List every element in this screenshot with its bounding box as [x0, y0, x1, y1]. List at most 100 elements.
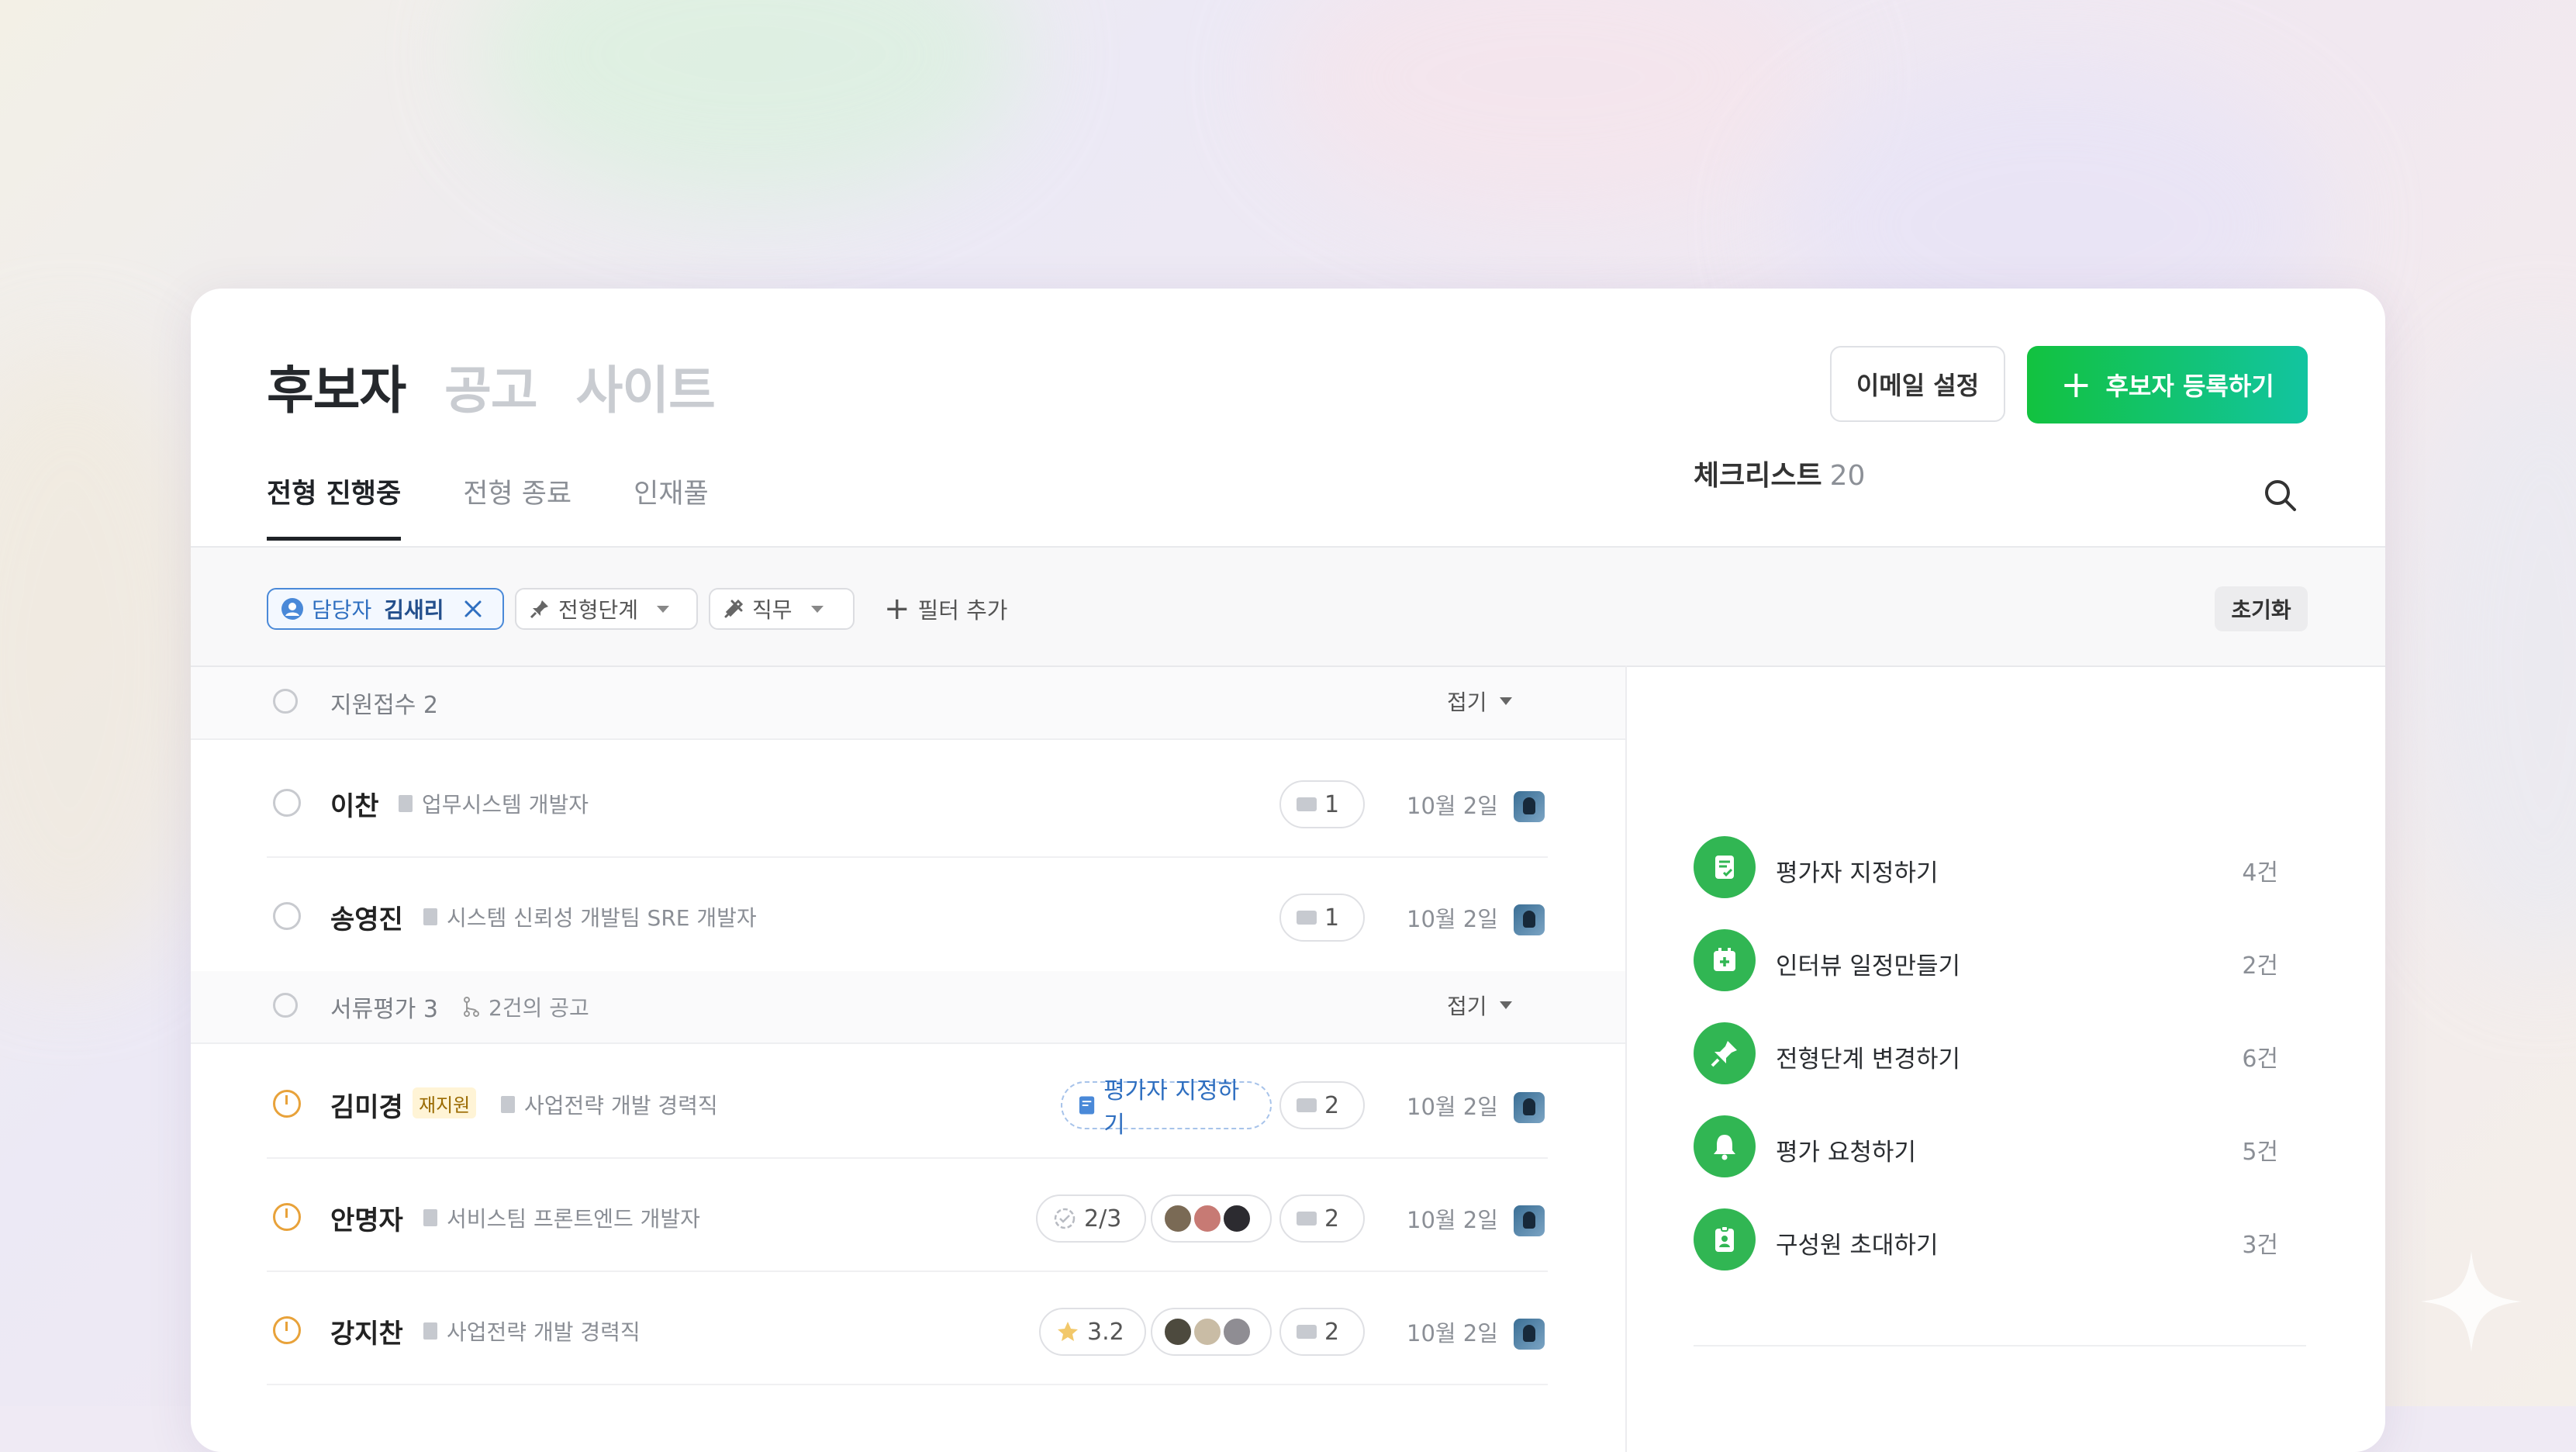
- job-title: 서비스팀 프론트엔드 개발자: [447, 1206, 700, 1232]
- checklist-item-request-evaluation[interactable]: 평가 요청하기 5건: [1694, 1115, 2278, 1179]
- checklist-count: 20: [1829, 460, 1866, 492]
- assignee-filter-chip[interactable]: 담당자 김새리: [267, 588, 504, 630]
- candidate-row[interactable]: 강지찬 사업전략 개발 경력직 3.2 2 10월 2일: [191, 1272, 1625, 1385]
- candidate-name[interactable]: 송영진: [330, 898, 403, 936]
- checklist-item-count: 3건: [2242, 1232, 2278, 1259]
- evaluation-progress-pill[interactable]: 2/3: [1036, 1194, 1146, 1243]
- tab-candidates[interactable]: 후보자: [267, 349, 406, 424]
- rating-pill[interactable]: 3.2: [1039, 1308, 1146, 1356]
- checklist-label: 인터뷰 일정만들기: [1776, 952, 1961, 980]
- add-filter-label: 필터 추가: [917, 597, 1008, 624]
- progress-check-icon: [1054, 1208, 1076, 1229]
- tab-postings[interactable]: 공고: [444, 349, 537, 424]
- checklist-item-change-stage[interactable]: 전형단계 변경하기 6건: [1694, 1022, 2278, 1086]
- fold-button[interactable]: 접기: [1447, 990, 1512, 1021]
- evaluator-avatars[interactable]: [1151, 1194, 1272, 1243]
- chevron-down-icon: [810, 605, 824, 613]
- candidate-name[interactable]: 안명자: [330, 1199, 403, 1237]
- candidate-row[interactable]: 송영진 시스템 신뢰성 개발팀 SRE 개발자 1 10월 2일: [191, 858, 1625, 971]
- caret-down-icon: [1499, 697, 1512, 705]
- reapply-badge: 재지원: [413, 1087, 477, 1118]
- register-candidate-button[interactable]: + 후보자 등록하기: [2027, 346, 2308, 424]
- pin-icon: [1694, 1022, 1756, 1084]
- checklist-label: 평가자 지정하기: [1776, 859, 1939, 887]
- checklist-item-invite-member[interactable]: 구성원 초대하기 3건: [1694, 1208, 2278, 1272]
- status-circle[interactable]: [273, 902, 301, 930]
- tools-icon: [724, 599, 744, 618]
- status-circle[interactable]: [273, 789, 301, 817]
- bell-icon: [1694, 1115, 1756, 1177]
- pending-status-icon[interactable]: [273, 1090, 301, 1118]
- user-circle-icon: [281, 598, 303, 620]
- top-tabs: 후보자 공고 사이트: [267, 349, 716, 424]
- plus-icon: +: [884, 591, 910, 627]
- mail-count-pill[interactable]: 2: [1279, 1308, 1365, 1356]
- checklist-item-count: 2건: [2242, 952, 2278, 980]
- candidate-row[interactable]: 안명자 서비스팀 프론트엔드 개발자 2/3 2 10월 2일: [191, 1159, 1625, 1272]
- tab-in-progress[interactable]: 전형 진행중: [267, 472, 402, 541]
- close-icon[interactable]: [463, 599, 483, 619]
- branch-icon: [464, 997, 479, 1017]
- tab-site[interactable]: 사이트: [576, 349, 716, 424]
- job-title: 업무시스템 개발자: [422, 792, 589, 818]
- avatar: [1163, 1204, 1193, 1233]
- pin-icon: [530, 600, 548, 619]
- candidate-job: 업무시스템 개발자: [399, 788, 589, 819]
- fold-button[interactable]: 접기: [1447, 686, 1512, 717]
- mail-count-pill[interactable]: 1: [1279, 780, 1365, 828]
- stage-filter-chip[interactable]: 전형단계: [515, 588, 698, 630]
- filter-bar: 담당자 김새리 전형단계 직무 + 필터 추가 초기화: [191, 548, 2385, 666]
- pending-status-icon[interactable]: [273, 1203, 301, 1231]
- applied-date: 10월 2일: [1407, 1094, 1498, 1120]
- mail-count: 1: [1324, 790, 1340, 818]
- mail-icon: [1297, 911, 1317, 925]
- assign-evaluator-label: 평가자 지정하기: [1103, 1077, 1240, 1139]
- candidate-name[interactable]: 이찬: [330, 785, 379, 823]
- reset-button[interactable]: 초기화: [2215, 586, 2308, 631]
- evaluator-avatars[interactable]: [1151, 1308, 1272, 1356]
- tab-finished[interactable]: 전형 종료: [463, 472, 571, 541]
- checklist-item-interview-schedule[interactable]: 인터뷰 일정만들기 2건: [1694, 929, 2278, 993]
- progress-value: 2/3: [1084, 1205, 1122, 1232]
- email-settings-button[interactable]: 이메일 설정: [1830, 346, 2005, 422]
- candidate-job: 시스템 신뢰성 개발팀 SRE 개발자: [423, 901, 757, 932]
- search-icon[interactable]: [2261, 476, 2300, 515]
- candidate-job: 서비스팀 프론트엔드 개발자: [423, 1202, 700, 1233]
- job-title: 사업전략 개발 경력직: [524, 1093, 718, 1118]
- mail-count-pill[interactable]: 2: [1279, 1081, 1365, 1129]
- applied-date: 10월 2일: [1407, 1207, 1498, 1233]
- checklist-item-assign-evaluator[interactable]: 평가자 지정하기 4건: [1694, 836, 2278, 900]
- tab-talent-pool[interactable]: 인재풀: [634, 472, 709, 541]
- candidate-name[interactable]: 강지찬: [330, 1312, 403, 1350]
- assignee-filter-label: 담당자: [312, 597, 372, 623]
- avatar: [1222, 1317, 1252, 1347]
- mail-count-pill[interactable]: 1: [1279, 894, 1365, 942]
- add-filter-button[interactable]: + 필터 추가: [884, 588, 1007, 630]
- group-select-circle[interactable]: [273, 993, 298, 1018]
- assignee-avatar: [1514, 1205, 1545, 1236]
- avatar: [1222, 1204, 1252, 1233]
- group-label: 서류평가 3: [330, 996, 439, 1023]
- candidate-row[interactable]: 김미경 재지원 사업전략 개발 경력직 평가자 지정하기 2 10월 2일: [191, 1046, 1625, 1159]
- pending-status-icon[interactable]: [273, 1316, 301, 1344]
- checklist-title-label: 체크리스트: [1694, 460, 1822, 492]
- assign-evaluator-button[interactable]: 평가자 지정하기: [1061, 1077, 1272, 1139]
- candidate-row[interactable]: 이찬 업무시스템 개발자 1 10월 2일: [191, 745, 1625, 858]
- document-icon: [423, 1209, 437, 1226]
- mail-icon: [1297, 797, 1317, 811]
- avatar: [1193, 1204, 1222, 1233]
- candidate-name[interactable]: 김미경: [330, 1086, 403, 1124]
- mail-count: 2: [1324, 1091, 1340, 1119]
- group-select-circle[interactable]: [273, 689, 298, 714]
- avatar: [1193, 1317, 1222, 1347]
- candidate-job: 사업전략 개발 경력직: [501, 1089, 718, 1120]
- group-label: 지원접수 2: [330, 692, 439, 719]
- mail-count-pill[interactable]: 2: [1279, 1194, 1365, 1243]
- fold-label: 접기: [1447, 690, 1487, 715]
- panel-divider: [1625, 666, 1627, 1452]
- id-badge-icon: [1694, 1208, 1756, 1270]
- job-filter-chip[interactable]: 직무: [709, 588, 855, 630]
- mail-icon: [1297, 1325, 1317, 1339]
- applied-date: 10월 2일: [1407, 906, 1498, 932]
- applied-date: 10월 2일: [1407, 1320, 1498, 1347]
